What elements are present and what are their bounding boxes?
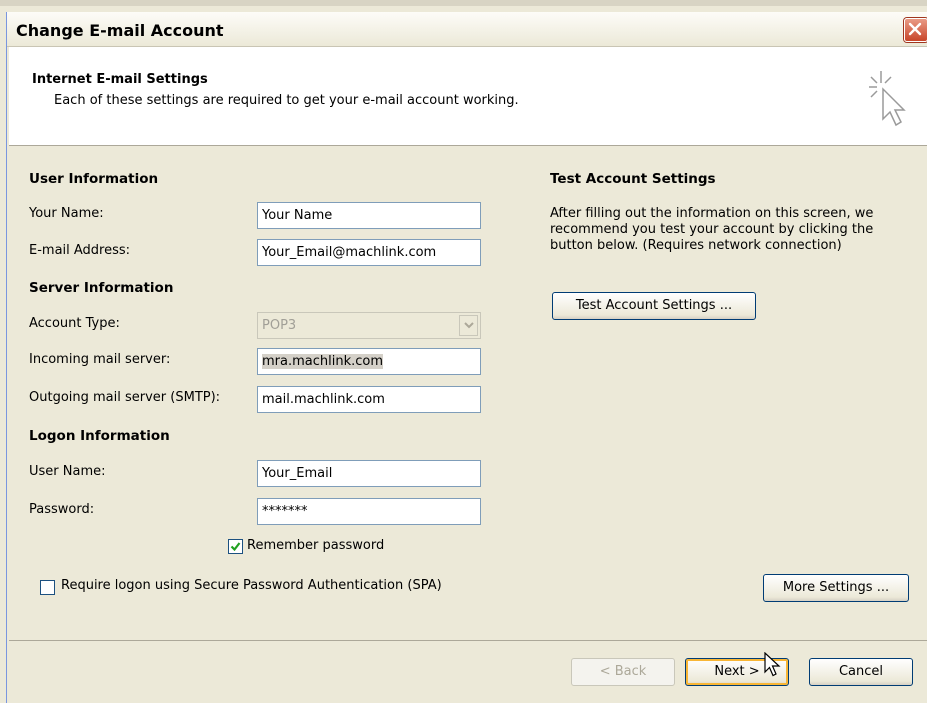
- background-strip: [0, 0, 927, 6]
- test-settings-desc-line1: After filling out the information on thi…: [550, 206, 874, 221]
- header-description: Each of these settings are required to g…: [54, 93, 519, 108]
- footer-divider: [9, 640, 927, 641]
- cancel-button[interactable]: Cancel: [809, 658, 913, 686]
- account-type-select: POP3: [257, 312, 481, 339]
- sparkle-cursor-icon: [869, 71, 906, 127]
- mouse-pointer-icon: [764, 652, 781, 677]
- checkmark-icon: [230, 542, 241, 552]
- your-name-field[interactable]: Your Name: [257, 202, 481, 229]
- user-name-label: User Name:: [29, 464, 106, 479]
- account-type-value: POP3: [262, 318, 297, 333]
- incoming-server-value: mra.machlink.com: [262, 354, 384, 369]
- more-settings-button[interactable]: More Settings ...: [763, 574, 909, 602]
- test-settings-heading: Test Account Settings: [550, 171, 716, 187]
- spa-label[interactable]: Require logon using Secure Password Auth…: [61, 578, 442, 593]
- close-icon: [908, 22, 922, 36]
- incoming-server-field[interactable]: mra.machlink.com: [257, 348, 481, 375]
- outgoing-server-label: Outgoing mail server (SMTP):: [29, 390, 221, 405]
- spa-checkbox[interactable]: [40, 580, 55, 595]
- back-button: < Back: [571, 658, 675, 686]
- server-info-heading: Server Information: [29, 280, 174, 296]
- incoming-server-label: Incoming mail server:: [29, 352, 171, 367]
- account-type-label: Account Type:: [29, 316, 120, 331]
- header-title: Internet E-mail Settings: [32, 72, 208, 87]
- header-panel: Internet E-mail Settings Each of these s…: [9, 47, 927, 146]
- test-settings-desc-line3: button below. (Requires network connecti…: [550, 238, 842, 253]
- test-account-settings-button[interactable]: Test Account Settings ...: [552, 292, 756, 320]
- remember-password-checkbox[interactable]: [228, 539, 243, 554]
- account-type-dropdown-button: [459, 315, 478, 336]
- user-name-field[interactable]: Your_Email: [257, 460, 481, 487]
- outgoing-server-field[interactable]: mail.machlink.com: [257, 386, 481, 413]
- window-title: Change E-mail Account: [16, 21, 224, 40]
- email-address-field[interactable]: Your_Email@machlink.com: [257, 239, 481, 266]
- test-settings-desc-line2: recommend you test your account by click…: [550, 222, 874, 237]
- change-email-dialog: Change E-mail Account Internet E-mail Se…: [6, 12, 927, 703]
- test-settings-description: After filling out the information on thi…: [550, 206, 873, 254]
- remember-password-label[interactable]: Remember password: [247, 538, 384, 553]
- close-button[interactable]: [904, 18, 927, 42]
- password-label: Password:: [29, 502, 95, 517]
- email-address-label: E-mail Address:: [29, 243, 131, 258]
- title-bar: Change E-mail Account: [7, 12, 927, 47]
- password-field[interactable]: *******: [257, 498, 481, 525]
- logon-info-heading: Logon Information: [29, 428, 170, 444]
- user-info-heading: User Information: [29, 171, 159, 187]
- chevron-down-icon: [464, 322, 474, 329]
- your-name-label: Your Name:: [29, 206, 104, 221]
